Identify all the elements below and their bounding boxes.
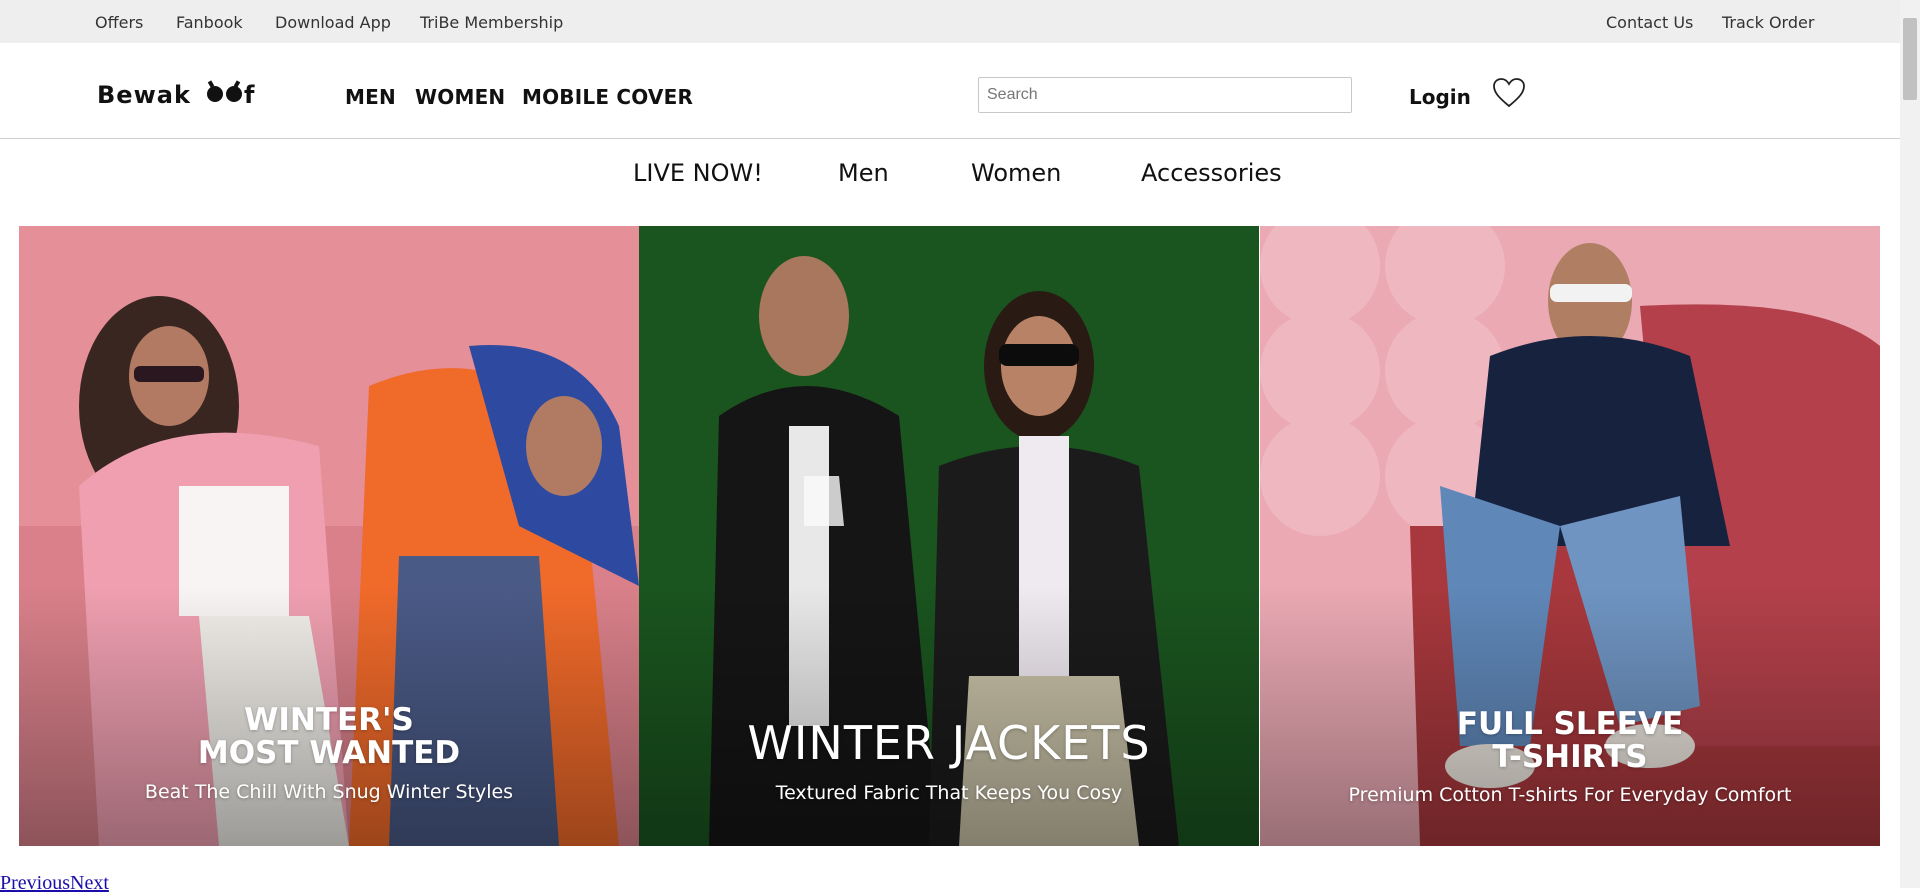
banner-winter-jackets[interactable]: WINTER JACKETS Textured Fabric That Keep… (639, 226, 1259, 846)
contact-us-link[interactable]: Contact Us (1606, 13, 1693, 32)
nav-women[interactable]: WOMEN (415, 85, 505, 109)
login-button[interactable]: Login (1409, 85, 1471, 109)
svg-text:f: f (244, 81, 255, 109)
bewakoof-logo[interactable]: Bewak f (97, 79, 282, 109)
site-header: Bewak f MEN WOMEN MOBILE COVER Login (0, 43, 1900, 139)
tab-men[interactable]: Men (838, 159, 889, 187)
banner-title: FULL SLEEVE T-SHIRTS (1260, 708, 1880, 773)
search-input[interactable] (978, 77, 1352, 113)
heart-icon[interactable] (1492, 77, 1526, 109)
top-utility-bar: Offers Fanbook Download App TriBe Member… (0, 0, 1900, 43)
nav-mobile-cover[interactable]: MOBILE COVER (522, 85, 693, 109)
offers-link[interactable]: Offers (95, 13, 143, 32)
previous-button[interactable]: Previous (0, 872, 70, 894)
banner-title-line: WINTER JACKETS (747, 716, 1151, 770)
banner-subtitle: Premium Cotton T-shirts For Everyday Com… (1348, 784, 1792, 806)
banner-title-line: T-SHIRTS (1492, 738, 1648, 775)
tab-accessories[interactable]: Accessories (1141, 159, 1282, 187)
banner-title-line: FULL SLEEVE (1456, 706, 1684, 742)
banner-full-sleeve-tshirts[interactable]: FULL SLEEVE T-SHIRTS Premium Cotton T-sh… (1260, 226, 1880, 846)
tribe-membership-link[interactable]: TriBe Membership (420, 13, 563, 32)
download-app-link[interactable]: Download App (275, 13, 391, 32)
svg-text:Bewak: Bewak (97, 81, 191, 109)
carousel-pager: PreviousNext (0, 872, 109, 895)
nav-men[interactable]: MEN (345, 85, 396, 109)
next-button[interactable]: Next (70, 872, 109, 894)
banner-title: WINTER JACKETS (639, 716, 1259, 770)
tab-women[interactable]: Women (971, 159, 1061, 187)
banner-subtitle: Beat The Chill With Snug Winter Styles (144, 781, 514, 803)
banner-subtitle: Textured Fabric That Keeps You Cosy (775, 782, 1123, 804)
fanbook-link[interactable]: Fanbook (176, 13, 243, 32)
banner-title-line: MOST WANTED (197, 734, 461, 771)
scrollbar-thumb[interactable] (1903, 18, 1917, 100)
tab-live-now[interactable]: LIVE NOW! (633, 159, 763, 187)
track-order-link[interactable]: Track Order (1722, 13, 1814, 32)
banner-winters-most-wanted[interactable]: WINTER'S MOST WANTED Beat The Chill With… (19, 226, 639, 846)
page-scrollbar[interactable] (1900, 0, 1920, 888)
banner-title-line: WINTER'S (244, 702, 414, 738)
banner-title: WINTER'S MOST WANTED (19, 704, 639, 769)
